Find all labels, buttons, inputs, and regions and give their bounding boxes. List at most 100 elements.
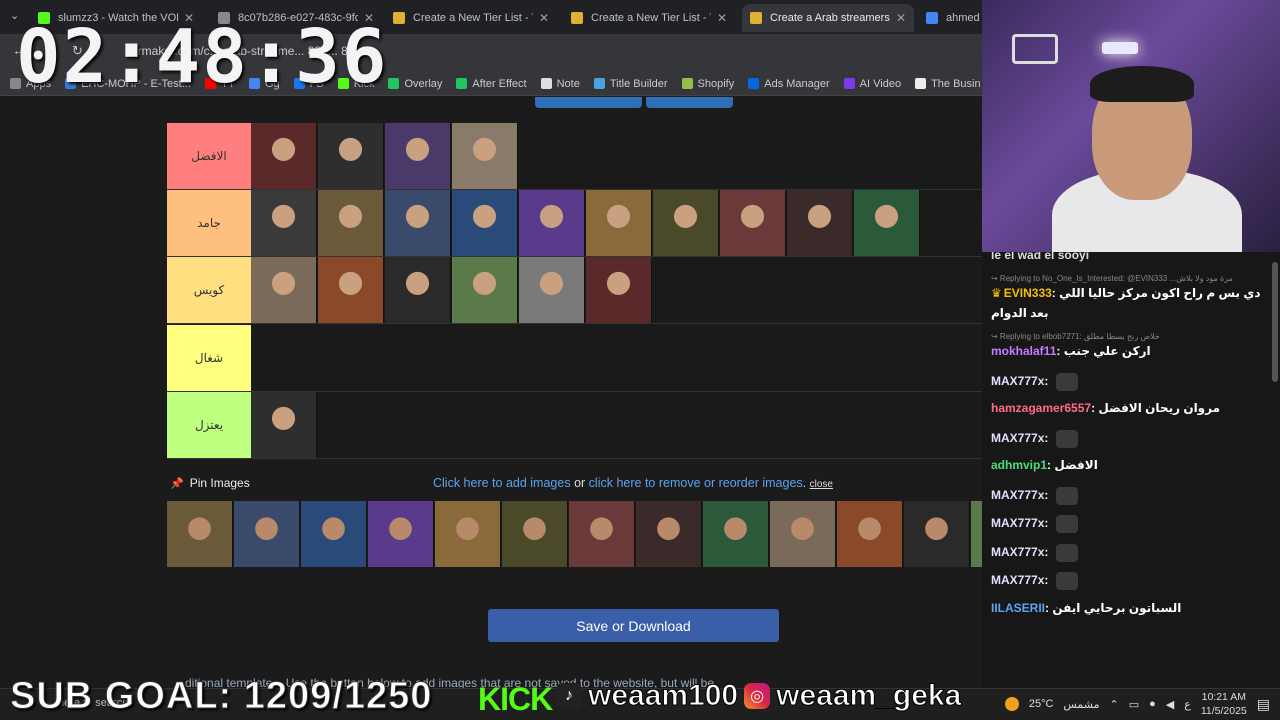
tab-close-icon[interactable]: ✕: [533, 11, 549, 25]
bookmark-label: After Effect: [472, 77, 527, 90]
chat-username[interactable]: MAX777x: [991, 374, 1044, 388]
streamer-image[interactable]: [586, 190, 652, 257]
pool-image[interactable]: [636, 501, 702, 567]
tier-label[interactable]: الافضل: [167, 123, 251, 189]
chat-message-text: السباتون برحايي ايفن: [1052, 600, 1182, 615]
chat-username[interactable]: MAX777x: [991, 545, 1044, 559]
browser-tab[interactable]: Create a New Tier List - Tie✕: [385, 4, 557, 32]
pool-image[interactable]: [502, 501, 568, 567]
bookmark-item[interactable]: Note: [540, 78, 580, 90]
pool-image[interactable]: [703, 501, 769, 567]
network-icon[interactable]: ▭: [1129, 698, 1139, 711]
tier-label[interactable]: كويس: [167, 257, 251, 324]
chat-username[interactable]: adhmvip1: [991, 458, 1047, 472]
bookmark-item[interactable]: AI Video: [843, 78, 901, 90]
streamer-image[interactable]: [720, 190, 786, 257]
bookmark-label: The Busin: [931, 77, 981, 90]
streamer-image[interactable]: [653, 190, 719, 257]
remove-images-link[interactable]: click here to remove or reorder images: [589, 476, 803, 490]
streamer-image[interactable]: [318, 257, 384, 324]
chat-username[interactable]: hamzagamer6557: [991, 401, 1091, 415]
pool-image[interactable]: [569, 501, 635, 567]
tier-row[interactable]: جامد: [167, 190, 982, 258]
bookmark-icon: [748, 78, 760, 89]
streamer-image[interactable]: [452, 257, 518, 324]
streamer-image[interactable]: [251, 123, 317, 189]
tier-label[interactable]: يعتزل: [167, 391, 251, 458]
system-tray: 25°C مشمس ⌃ ▭ ● ◀ ع 10:21 AM 11/5/2025 ▤: [1004, 690, 1270, 718]
chat-username[interactable]: IILASERII: [991, 601, 1045, 615]
volume-icon[interactable]: ◀: [1166, 698, 1174, 711]
clock-date: 11/5/2025: [1200, 705, 1247, 717]
chat-username[interactable]: MAX777x: [991, 431, 1044, 445]
chat-username[interactable]: EVIN333: [1004, 286, 1052, 300]
tab-close-icon[interactable]: ✕: [711, 11, 727, 25]
bookmark-item[interactable]: Overlay: [388, 78, 442, 90]
notification-icon[interactable]: ▤: [1257, 696, 1270, 713]
streamer-image[interactable]: [385, 123, 451, 189]
chat-username[interactable]: MAX777x: [991, 488, 1044, 502]
tab-close-icon[interactable]: ✕: [890, 11, 906, 25]
streamer-image[interactable]: [519, 257, 585, 324]
tab-title: Create a New Tier List - Tie: [413, 12, 533, 24]
bookmark-label: Title Builder: [609, 77, 668, 90]
pool-image[interactable]: [234, 501, 300, 567]
clock[interactable]: 10:21 AM 11/5/2025: [1201, 690, 1247, 718]
tray-chevron-icon[interactable]: ⌃: [1110, 698, 1119, 711]
close-link[interactable]: close: [810, 479, 833, 490]
add-images-link[interactable]: Click here to add images: [433, 476, 571, 490]
tier-row[interactable]: شغال: [167, 324, 982, 392]
bookmark-icon: [388, 78, 400, 89]
streamer-image[interactable]: [452, 123, 518, 189]
pool-image[interactable]: [301, 501, 367, 567]
streamer-image[interactable]: [251, 190, 317, 257]
chat-scrollbar[interactable]: [1272, 262, 1278, 382]
browser-tab[interactable]: Create a New Tier List - Tie✕: [563, 4, 735, 32]
streamer-image[interactable]: [385, 190, 451, 257]
tier-row[interactable]: كويس: [167, 257, 982, 325]
chat-username[interactable]: mokhalaf11: [991, 344, 1056, 358]
bookmark-item[interactable]: Shopify: [681, 78, 734, 90]
streamer-image[interactable]: [251, 391, 317, 458]
chat-username[interactable]: MAX777x: [991, 573, 1044, 587]
bookmark-item[interactable]: Title Builder: [593, 77, 668, 90]
tier-label[interactable]: جامد: [167, 190, 251, 257]
streamer-image[interactable]: [452, 190, 518, 257]
streamer-image[interactable]: [586, 257, 652, 324]
streamer-image[interactable]: [251, 257, 317, 324]
streamer-image[interactable]: [854, 190, 920, 257]
tier-row[interactable]: يعتزل: [167, 391, 982, 459]
tier-row[interactable]: الافضل: [167, 123, 982, 190]
save-download-button[interactable]: Save or Download: [488, 609, 779, 642]
pool-image[interactable]: [837, 501, 903, 567]
language-indicator[interactable]: ع: [1184, 698, 1191, 711]
bookmark-item[interactable]: Ads Manager: [748, 78, 830, 90]
pool-image[interactable]: [770, 501, 836, 567]
top-button-2[interactable]: [646, 97, 733, 108]
pool-image[interactable]: [368, 501, 434, 567]
streamer-image[interactable]: [787, 190, 853, 257]
pool-image[interactable]: [904, 501, 970, 567]
browser-tab[interactable]: Create a Arab streamers Ti ✕: [742, 4, 914, 32]
chat-separator: :: [1044, 573, 1052, 588]
streamer-hair: [1090, 66, 1194, 102]
tier-label[interactable]: شغال: [167, 324, 251, 391]
basketball-hoop: [1012, 34, 1058, 64]
bookmark-item[interactable]: After Effect: [456, 77, 527, 90]
browser-tab[interactable]: ahmeds: [918, 4, 988, 32]
pool-image[interactable]: [167, 501, 233, 567]
streamer-image[interactable]: [519, 190, 585, 257]
pin-images[interactable]: 📌 Pin Images: [170, 476, 250, 490]
chat-message: MAX777x:: [991, 372, 1261, 391]
tab-title: ahmeds: [946, 12, 980, 24]
pool-image[interactable]: [435, 501, 501, 567]
streamer-image[interactable]: [318, 190, 384, 257]
mic-icon[interactable]: ●: [1149, 698, 1156, 710]
or-text: or: [574, 476, 586, 490]
bookmark-item[interactable]: The Busin: [915, 78, 981, 90]
streamer-image[interactable]: [385, 257, 451, 324]
top-button-1[interactable]: [535, 97, 642, 108]
chat-separator: :: [1044, 516, 1052, 531]
streamer-image[interactable]: [318, 123, 384, 189]
chat-username[interactable]: MAX777x: [991, 516, 1044, 530]
